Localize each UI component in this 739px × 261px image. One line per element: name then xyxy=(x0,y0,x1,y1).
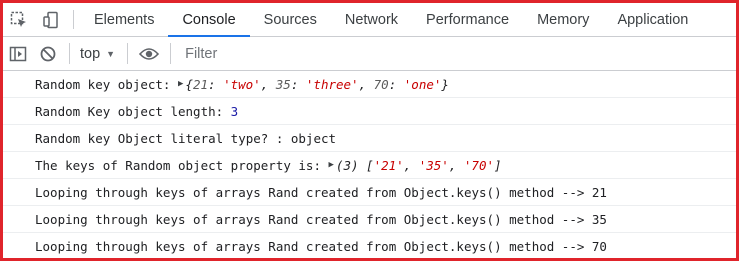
filter-input[interactable]: Filter xyxy=(177,37,736,70)
toolbar-divider xyxy=(170,43,172,64)
eye-icon[interactable] xyxy=(134,37,164,70)
log-label: Random key Object literal type? : xyxy=(35,130,291,146)
expand-triangle-icon[interactable]: ▶ xyxy=(329,160,334,170)
tab-divider xyxy=(73,10,74,29)
log-message: Looping through keys of arrays Rand crea… xyxy=(35,238,607,254)
clear-console-icon[interactable] xyxy=(33,37,63,70)
log-label: Random Key object length: xyxy=(35,103,231,119)
expand-triangle-icon[interactable]: ▶ xyxy=(178,79,183,89)
devtools-window: Elements Console Sources Network Perform… xyxy=(0,0,739,261)
log-message: Random Key object length: 3 xyxy=(3,98,736,125)
log-message: Random key object: ▶ {21: 'two', 35: 'thr… xyxy=(3,71,736,98)
tab-console[interactable]: Console xyxy=(168,3,250,37)
toolbar-divider xyxy=(69,43,70,64)
context-value: top xyxy=(80,45,101,62)
devtools-tab-bar: Elements Console Sources Network Perform… xyxy=(3,3,736,37)
tab-application[interactable]: Application xyxy=(603,3,702,36)
toolbar-divider xyxy=(127,43,129,64)
tab-elements[interactable]: Elements xyxy=(80,3,168,36)
log-number-value: 3 xyxy=(230,103,239,119)
console-log: Random key object: ▶ {21: 'two', 35: 'thr… xyxy=(3,71,736,258)
tab-memory[interactable]: Memory xyxy=(523,3,603,36)
inspect-element-icon[interactable] xyxy=(3,3,35,36)
tab-network[interactable]: Network xyxy=(331,3,412,36)
log-message: Looping through keys of arrays Rand crea… xyxy=(3,179,736,206)
context-selector[interactable]: top ▼ xyxy=(76,46,121,62)
log-label: Random key object: xyxy=(35,76,178,92)
log-message: The keys of Random object property is: ▶… xyxy=(3,152,736,179)
console-toolbar: top ▼ Filter xyxy=(3,37,736,71)
tab-performance[interactable]: Performance xyxy=(412,3,523,36)
array-preview[interactable]: (3) ['21', '35', '70'] xyxy=(336,158,502,173)
chevron-down-icon: ▼ xyxy=(106,48,116,59)
log-message: Random key Object literal type? : object xyxy=(3,125,736,152)
device-toolbar-icon[interactable] xyxy=(35,3,67,36)
log-value: object xyxy=(290,130,337,146)
show-sidebar-icon[interactable] xyxy=(3,37,33,70)
tab-sources[interactable]: Sources xyxy=(250,3,331,36)
object-preview[interactable]: {21: 'two', 35: 'three', 70: 'one'} xyxy=(185,77,449,92)
log-message: Looping through keys of arrays Rand crea… xyxy=(3,206,736,233)
log-label: The keys of Random object property is: xyxy=(35,157,329,173)
